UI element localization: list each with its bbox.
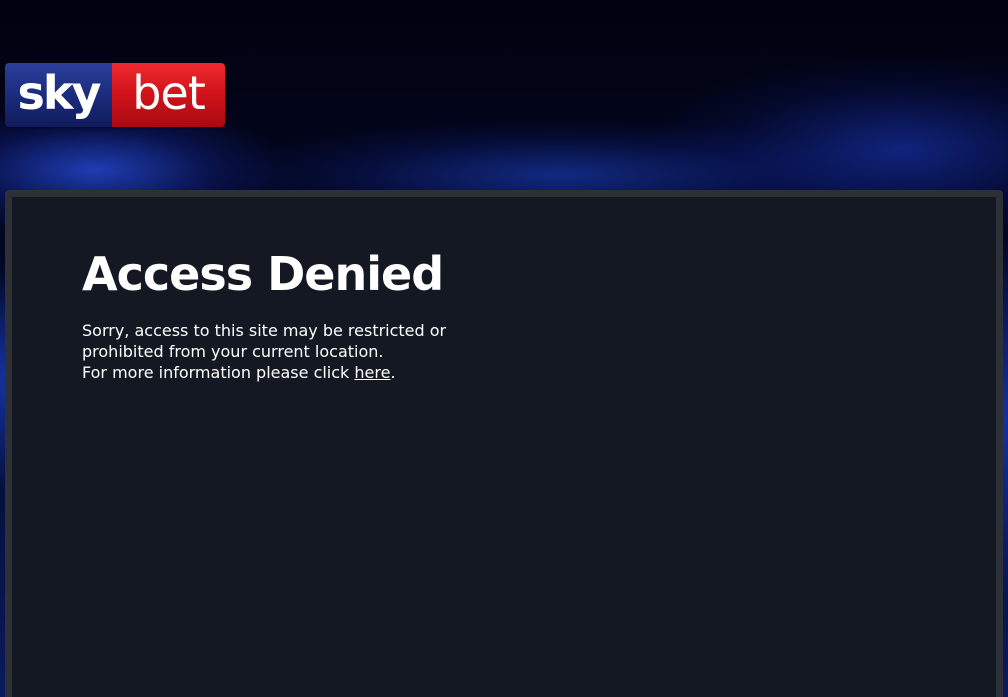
message-line-2: prohibited from your current location. (82, 342, 384, 361)
message-line-1: Sorry, access to this site may be restri… (82, 321, 447, 340)
access-denied-message: Sorry, access to this site may be restri… (82, 320, 482, 383)
more-info-link[interactable]: here (354, 363, 390, 382)
page-title: Access Denied (82, 247, 444, 301)
message-line-3-suffix: . (390, 363, 396, 382)
skybet-logo: sky bet (5, 63, 225, 127)
logo-sky-part: sky (5, 63, 112, 127)
logo-bet-part: bet (112, 63, 225, 127)
message-line-3-prefix: For more information please click (82, 363, 355, 382)
message-line-3: For more information please click here. (82, 362, 482, 383)
